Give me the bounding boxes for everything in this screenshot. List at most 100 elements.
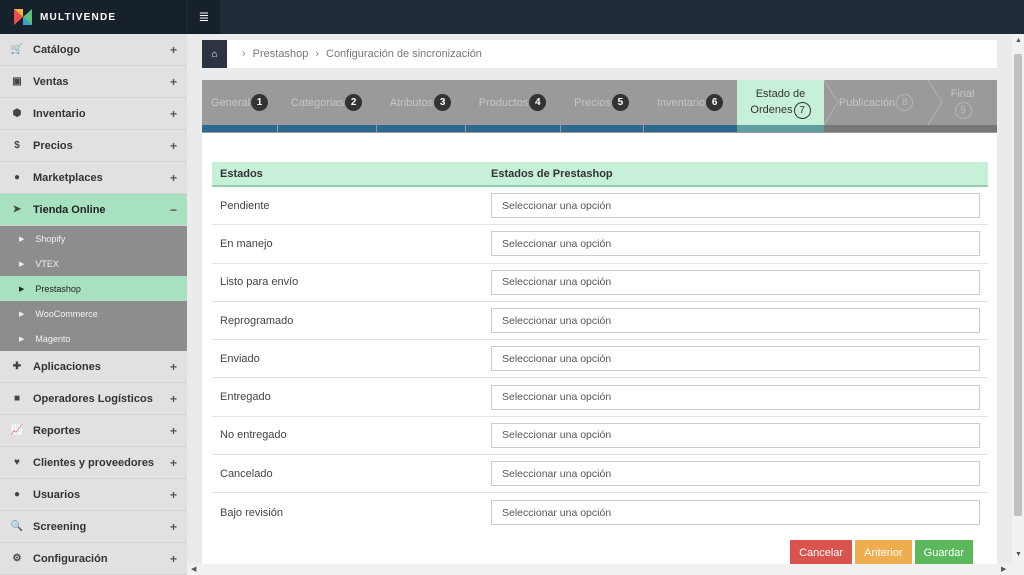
sidebar-item-clientes-proveedores[interactable]: ♥ Clientes y proveedores +	[0, 447, 187, 479]
user-icon: ●	[13, 489, 21, 500]
expand-icon[interactable]: +	[170, 75, 177, 89]
scroll-right-icon[interactable]: ▶	[1001, 565, 1006, 573]
sidebar-subitem-label: VTEX	[35, 258, 59, 269]
caret-right-icon: ▶	[19, 335, 25, 343]
expand-icon[interactable]: +	[170, 43, 177, 57]
sidebar-item-label: Configuración	[33, 552, 108, 565]
expand-icon[interactable]: +	[170, 139, 177, 153]
brand-name: MULTIVENDE	[40, 11, 117, 23]
vertical-scrollbar[interactable]: ▲ ▼	[1012, 34, 1024, 575]
main-content: ⌂ › Prestashop › Configuración de sincro…	[187, 34, 1012, 575]
prestashop-state-select[interactable]: Seleccionar una opción	[491, 461, 980, 487]
sidebar-item-marketplaces[interactable]: ● Marketplaces +	[0, 162, 187, 194]
logo-icon	[14, 9, 32, 25]
sidebar-subitem-shopify[interactable]: ▶ Shopify	[0, 226, 187, 251]
collapse-icon[interactable]: −	[170, 203, 177, 217]
sidebar-item-ventas[interactable]: ▣ Ventas +	[0, 66, 187, 98]
prestashop-state-select[interactable]: Seleccionar una opción	[491, 231, 980, 257]
sidebar-subitem-woocommerce[interactable]: ▶ WooCommerce	[0, 301, 187, 326]
truck-icon: ■	[13, 393, 21, 404]
scroll-left-icon[interactable]: ◀	[191, 565, 196, 573]
prestashop-state-select[interactable]: Seleccionar una opción	[491, 500, 980, 526]
sidebar-item-reportes[interactable]: 📈 Reportes +	[0, 415, 187, 447]
sidebar-item-inventario[interactable]: ⬢ Inventario +	[0, 98, 187, 130]
save-button[interactable]: Guardar	[914, 540, 973, 565]
expand-icon[interactable]: +	[170, 360, 177, 374]
sidebar-item-configuracion[interactable]: ⚙ Configuración +	[0, 543, 187, 575]
sidebar-subitem-label: WooCommerce	[35, 308, 98, 319]
caret-right-icon: ▶	[19, 285, 25, 293]
puzzle-icon: ✚	[12, 361, 22, 372]
caret-right-icon: ▶	[19, 235, 25, 243]
breadcrumb-separator: ›	[242, 48, 246, 60]
sidebar-item-label: Aplicaciones	[33, 360, 101, 373]
prestashop-state-select[interactable]: Seleccionar una opción	[491, 269, 980, 295]
sidebar-item-usuarios[interactable]: ● Usuarios +	[0, 479, 187, 511]
state-label: Cancelado	[220, 467, 273, 480]
expand-icon[interactable]: +	[170, 488, 177, 502]
expand-icon[interactable]: +	[170, 392, 177, 406]
breadcrumb-prestashop[interactable]: Prestashop	[253, 48, 309, 60]
sidebar-item-tienda-online[interactable]: ➤ Tienda Online −	[0, 194, 187, 226]
column-header-prestashop: Estados de Prestashop	[491, 167, 613, 180]
sidebar-item-screening[interactable]: 🔍 Screening +	[0, 511, 187, 543]
cancel-button[interactable]: Cancelar	[790, 540, 853, 565]
expand-icon[interactable]: +	[170, 107, 177, 121]
sidebar-item-operadores-logisticos[interactable]: ■ Operadores Logísticos +	[0, 383, 187, 415]
prestashop-state-select[interactable]: Seleccionar una opción	[491, 384, 980, 410]
table-header: Estados Estados de Prestashop	[212, 162, 988, 187]
sidebar-subitem-magento[interactable]: ▶ Magento	[0, 326, 187, 351]
sidebar-item-catalogo[interactable]: 🛒 Catálogo +	[0, 34, 187, 66]
previous-button[interactable]: Anterior	[855, 540, 912, 565]
step-progress-bar	[377, 125, 465, 132]
home-button[interactable]: ⌂	[202, 40, 227, 68]
prestashop-state-select[interactable]: Seleccionar una opción	[491, 422, 980, 448]
gear-icon: ⚙	[12, 553, 22, 564]
state-label: Reprogramado	[220, 314, 294, 327]
money-icon: ▣	[12, 76, 22, 87]
state-label: Listo para envío	[220, 276, 299, 289]
sidebar-subitem-label: Magento	[35, 333, 71, 344]
horizontal-scrollbar[interactable]: ◀ ▶	[187, 564, 1012, 575]
sidebar-item-label: Reportes	[33, 424, 81, 437]
list-icon: ≣	[198, 9, 210, 24]
scroll-down-icon[interactable]: ▼	[1015, 551, 1022, 558]
sidebar-subitem-label: Shopify	[35, 233, 66, 244]
expand-icon[interactable]: +	[170, 171, 177, 185]
menu-toggle-button[interactable]: ≣	[188, 0, 220, 34]
wizard-steps: General 1 Categorias 2 Atributos 3 Producto…	[202, 80, 997, 133]
sidebar-item-precios[interactable]: $ Precios +	[0, 130, 187, 162]
table-row: Cancelado Seleccionar una opción	[212, 455, 988, 494]
state-label: Pendiente	[220, 199, 270, 212]
table-row: Pendiente Seleccionar una opción	[212, 187, 988, 226]
logo[interactable]: MULTIVENDE	[0, 0, 187, 34]
table-row: Listo para envío Seleccionar una opción	[212, 264, 988, 302]
expand-icon[interactable]: +	[170, 552, 177, 566]
sidebar-item-label: Screening	[33, 520, 87, 533]
state-label: Enviado	[220, 352, 260, 365]
dollar-icon: $	[14, 140, 20, 151]
step-progress-bar	[644, 125, 737, 132]
column-header-estados: Estados	[220, 167, 263, 180]
chart-icon: 📈	[10, 425, 24, 436]
cart-icon: 🛒	[10, 44, 24, 55]
expand-icon[interactable]: +	[170, 456, 177, 470]
sidebar-item-label: Catálogo	[33, 43, 81, 56]
expand-icon[interactable]: +	[170, 520, 177, 534]
sidebar: 🛒 Catálogo + ▣ Ventas + ⬢ Inventario + $…	[0, 34, 187, 575]
step-progress-bar	[737, 125, 824, 132]
prestashop-state-select[interactable]: Seleccionar una opción	[491, 346, 980, 372]
home-icon: ⌂	[211, 48, 218, 60]
table-row: Bajo revisión Seleccionar una opción	[212, 493, 988, 531]
prestashop-state-select[interactable]: Seleccionar una opción	[491, 308, 980, 334]
sidebar-item-aplicaciones[interactable]: ✚ Aplicaciones +	[0, 351, 187, 383]
state-label: Entregado	[220, 391, 271, 404]
step-dividers	[823, 80, 943, 125]
prestashop-state-select[interactable]: Seleccionar una opción	[491, 193, 980, 219]
scroll-up-icon[interactable]: ▲	[1015, 37, 1022, 44]
expand-icon[interactable]: +	[170, 424, 177, 438]
wizard-panel: General 1 Categorias 2 Atributos 3 Producto…	[202, 80, 997, 575]
scrollbar-thumb[interactable]	[1014, 54, 1022, 516]
sidebar-subitem-prestashop[interactable]: ▶ Prestashop	[0, 276, 187, 301]
sidebar-subitem-vtex[interactable]: ▶ VTEX	[0, 251, 187, 276]
